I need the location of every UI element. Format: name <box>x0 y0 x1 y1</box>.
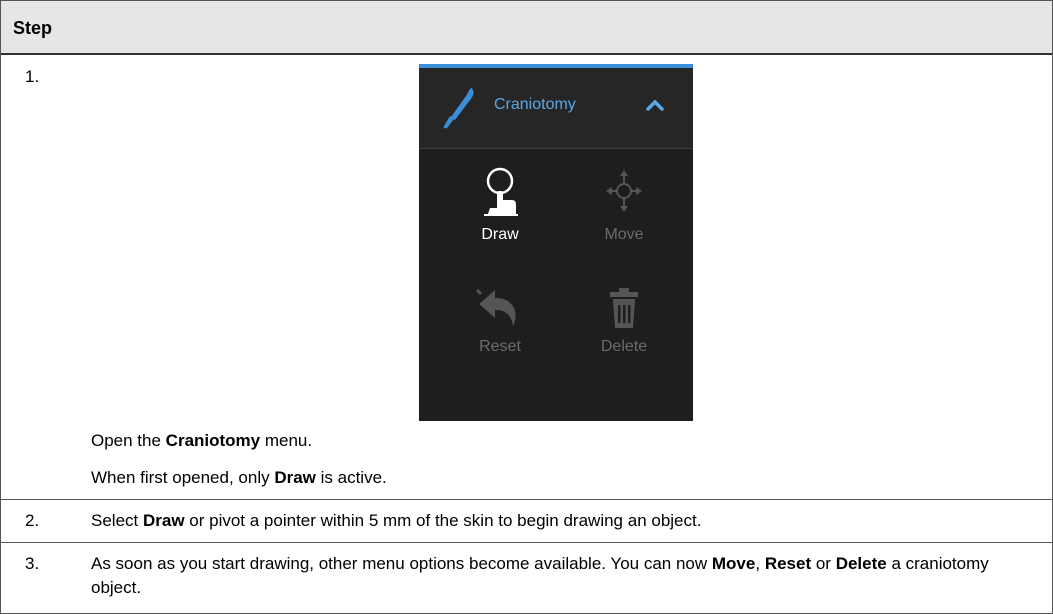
step-number: 2. <box>25 511 40 530</box>
step-number: 3. <box>25 554 40 573</box>
chevron-up-icon[interactable] <box>645 98 665 112</box>
craniotomy-menu-header[interactable]: Craniotomy <box>419 68 693 149</box>
row-divider <box>1 499 1052 500</box>
menu-title: Craniotomy <box>494 96 576 113</box>
reset-icon <box>475 288 516 326</box>
procedure-table: Step 1. Craniotomy Draw Move Reset Delet… <box>0 0 1053 614</box>
step2-text: Select Draw or pivot a pointer within 5 … <box>91 511 702 530</box>
tool-label: Move <box>604 226 644 243</box>
step1-active-text: When first opened, only Draw is active. <box>91 468 387 487</box>
tool-label: Draw <box>481 226 519 243</box>
delete-button[interactable]: Delete <box>569 286 679 356</box>
step-number: 1. <box>25 67 40 86</box>
row-divider <box>1 542 1052 543</box>
draw-button[interactable]: Draw <box>445 164 555 244</box>
header-step-label: Step <box>13 18 53 38</box>
move-icon <box>606 170 642 212</box>
table-header: Step <box>1 1 1052 55</box>
reset-button[interactable]: Reset <box>445 286 555 356</box>
scalpel-icon <box>443 88 474 129</box>
step3-text: As soon as you start drawing, other menu… <box>91 554 989 597</box>
move-button[interactable]: Move <box>569 164 679 244</box>
draw-icon <box>484 167 518 216</box>
tool-label: Reset <box>479 338 521 355</box>
tool-label: Delete <box>600 338 648 355</box>
delete-icon <box>610 288 638 328</box>
step1-open-text: Open the Craniotomy menu. <box>91 431 313 450</box>
craniotomy-menu-panel: Craniotomy Draw Move Reset Delete <box>419 64 693 421</box>
